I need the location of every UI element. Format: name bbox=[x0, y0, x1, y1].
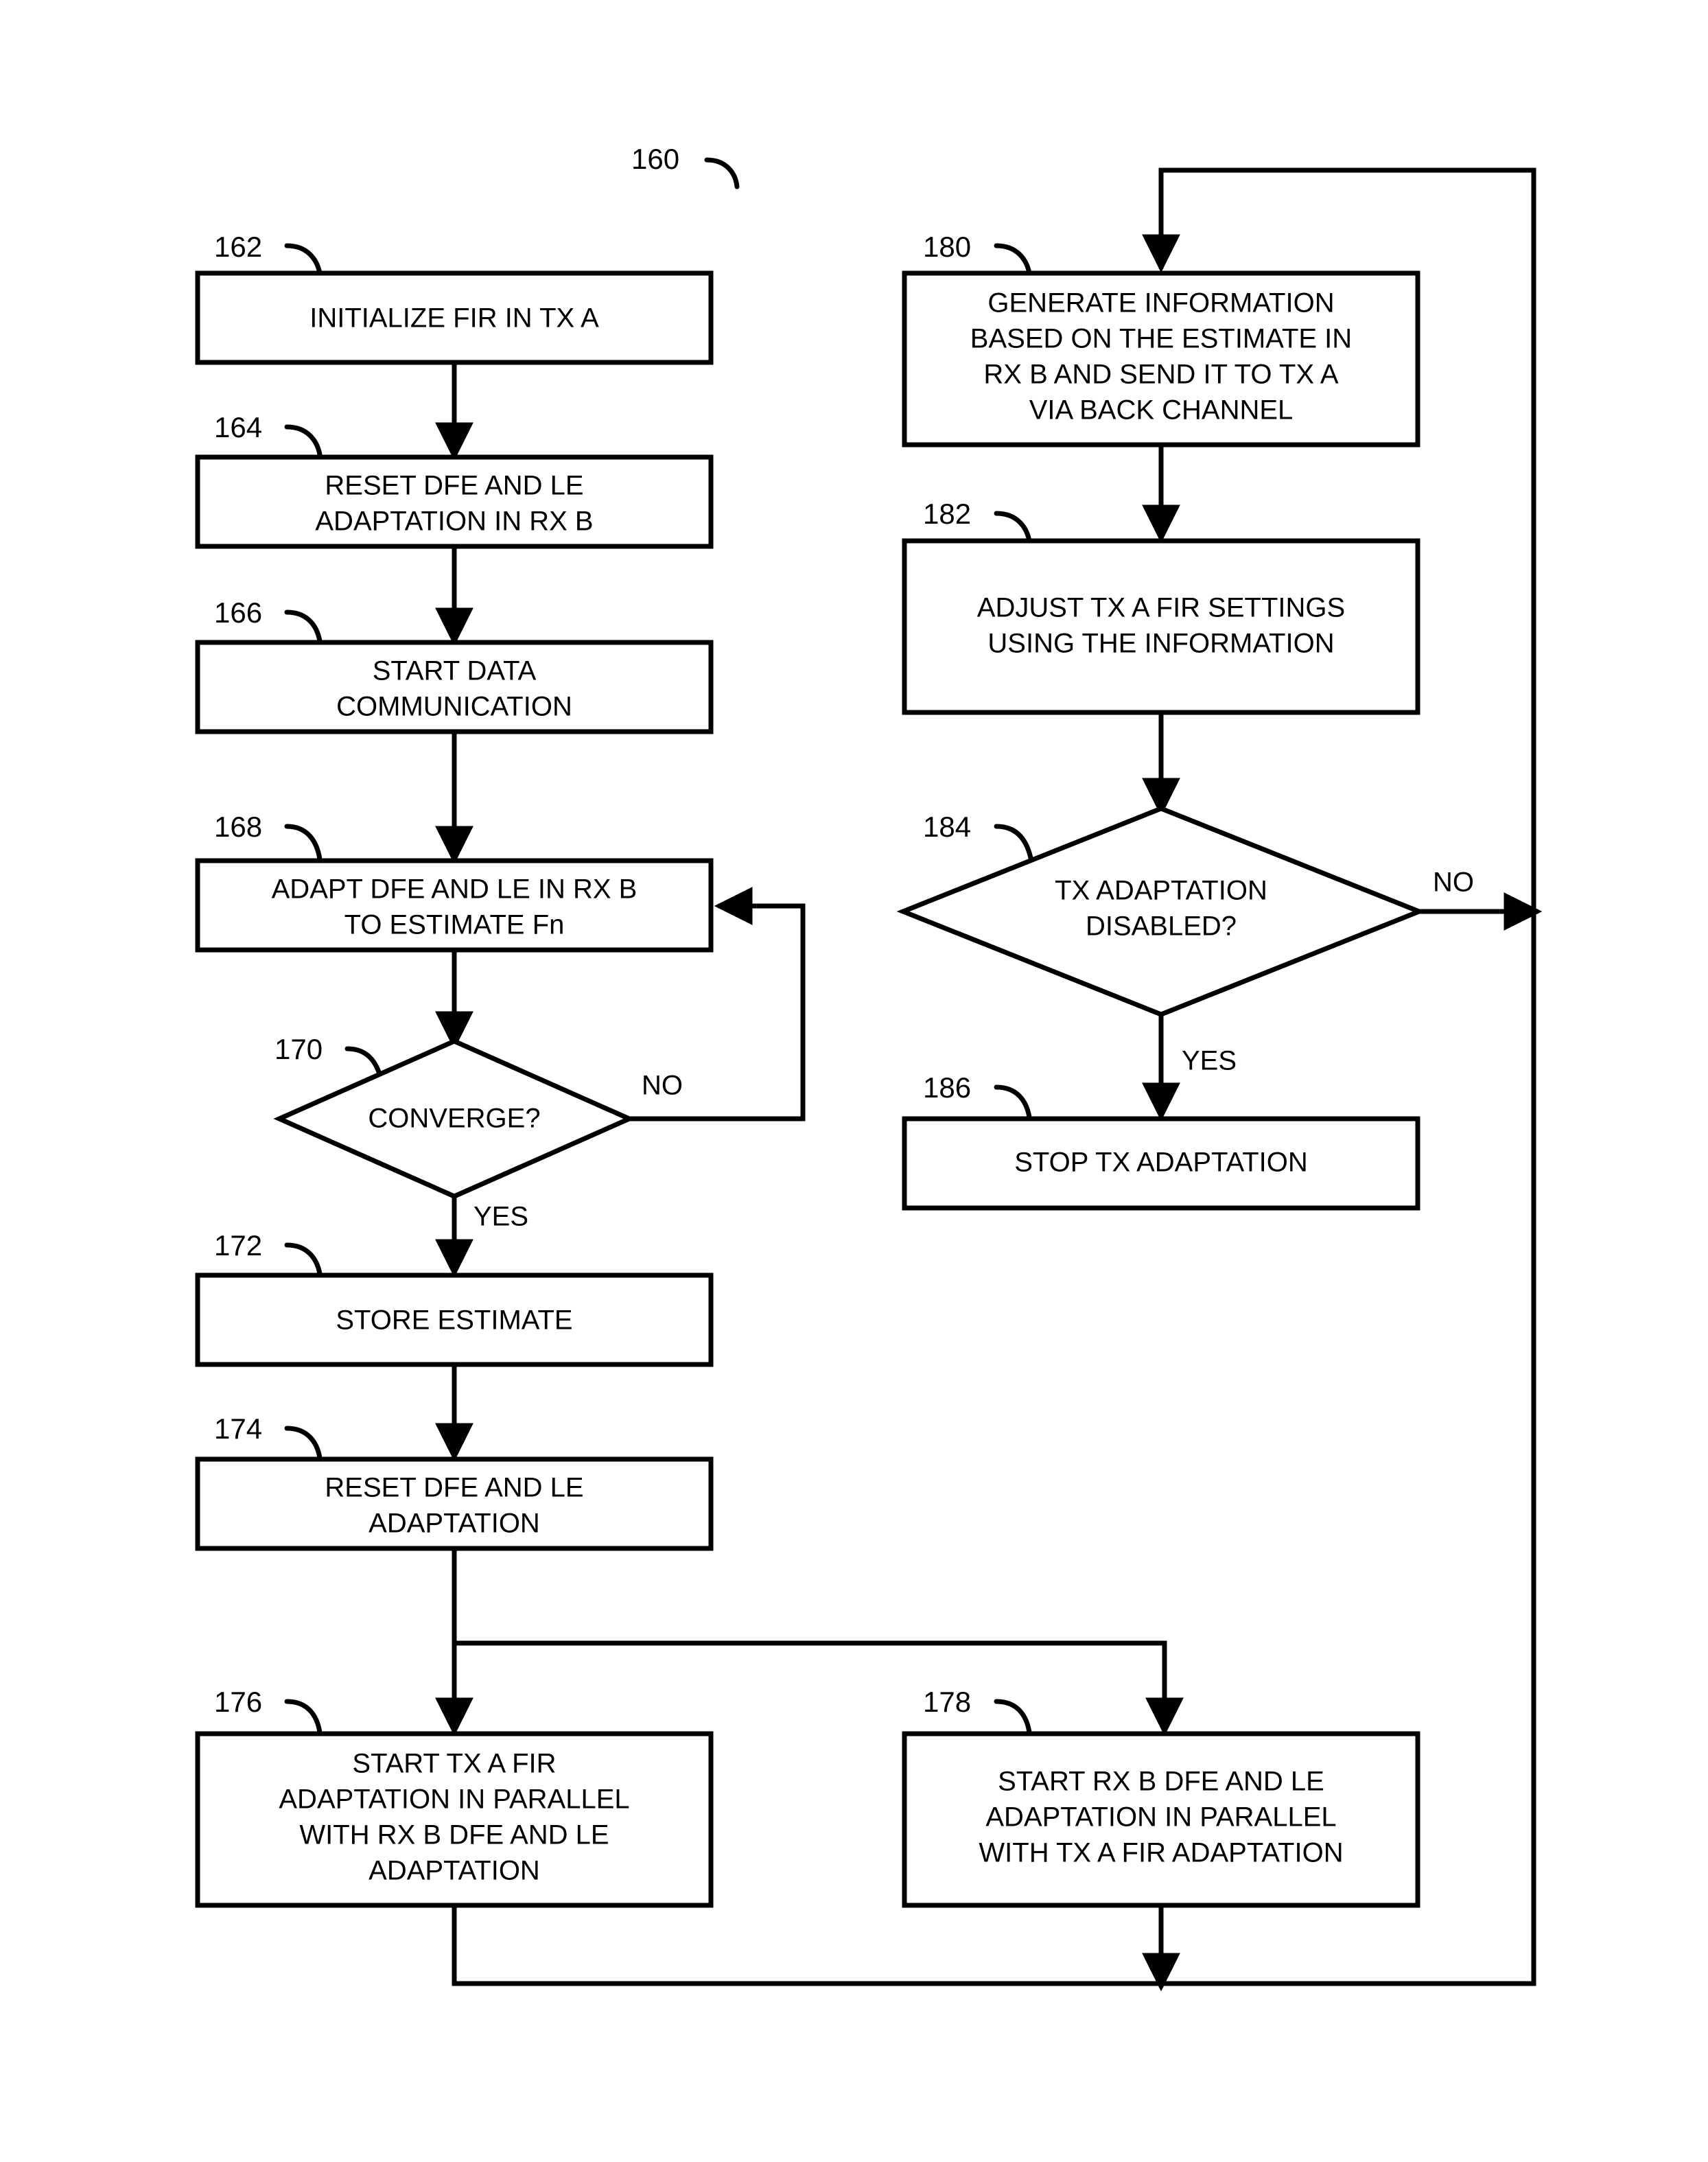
process-box-164-line-2: ADAPTATION IN RX B bbox=[315, 507, 593, 537]
ref-label-164: 164 bbox=[214, 411, 262, 443]
ref-label-168: 168 bbox=[214, 811, 262, 843]
process-box-180-line-4: VIA BACK CHANNEL bbox=[1029, 395, 1294, 426]
leader-166 bbox=[284, 609, 323, 644]
leader-176 bbox=[284, 1699, 323, 1735]
process-box-174-line-1: RESET DFE AND LE bbox=[325, 1473, 583, 1503]
process-box-178-line-3: WITH TX A FIR ADAPTATION bbox=[979, 1838, 1343, 1868]
process-box-182[interactable] bbox=[902, 538, 1420, 715]
ref-label-162: 162 bbox=[214, 231, 262, 263]
decision-diamond-184-line-2: DISABLED? bbox=[1086, 911, 1237, 942]
ref-label-186: 186 bbox=[923, 1071, 971, 1104]
ref-label-180: 180 bbox=[923, 231, 971, 263]
leader-164 bbox=[284, 424, 323, 457]
edge-label-converge-yes: YES bbox=[473, 1202, 528, 1232]
edge-label-tx-disabled-yes: YES bbox=[1182, 1046, 1237, 1076]
figure-sheet: 160 162 INITIALIZE FIR IN TX A 164 RESET… bbox=[0, 0, 1708, 2162]
leader-182 bbox=[994, 511, 1032, 544]
process-box-168-line-2: TO ESTIMATE Fn bbox=[344, 910, 565, 940]
process-box-164-line-1: RESET DFE AND LE bbox=[325, 471, 583, 501]
leader-162 bbox=[284, 243, 323, 276]
edge-label-tx-disabled-no: NO bbox=[1433, 868, 1474, 898]
process-box-180-line-3: RX B AND SEND IT TO TX A bbox=[983, 360, 1339, 390]
process-box-180-line-2: BASED ON THE ESTIMATE IN bbox=[970, 324, 1352, 354]
leader-174 bbox=[284, 1426, 323, 1461]
process-box-176-line-2: ADAPTATION IN PARALLEL bbox=[279, 1785, 629, 1815]
figure-label: 160 bbox=[631, 143, 679, 175]
ref-label-172: 172 bbox=[214, 1229, 262, 1262]
process-box-180-line-1: GENERATE INFORMATION bbox=[987, 288, 1334, 318]
leader-168 bbox=[284, 824, 323, 862]
ref-label-178: 178 bbox=[923, 1686, 971, 1718]
process-box-166-line-2: COMMUNICATION bbox=[336, 692, 572, 722]
edge-label-converge-no: NO bbox=[642, 1071, 683, 1101]
ref-label-174: 174 bbox=[214, 1413, 262, 1445]
process-box-182-line-1: ADJUST TX A FIR SETTINGS bbox=[977, 593, 1345, 623]
decision-diamond-170-line-1: CONVERGE? bbox=[368, 1104, 540, 1134]
ref-label-184: 184 bbox=[923, 811, 971, 843]
edge-176-to-bottom-rail bbox=[452, 1903, 1536, 1986]
process-box-186-line-1: STOP TX ADAPTATION bbox=[1014, 1148, 1308, 1178]
process-box-168-line-1: ADAPT DFE AND LE IN RX B bbox=[272, 874, 637, 905]
process-box-174-line-2: ADAPTATION bbox=[368, 1509, 540, 1539]
ref-label-182: 182 bbox=[923, 498, 971, 530]
process-box-176-line-1: START TX A FIR bbox=[352, 1749, 556, 1779]
leader-180 bbox=[994, 243, 1032, 276]
process-box-172-line-1: STORE ESTIMATE bbox=[336, 1305, 572, 1336]
figure-leader-line bbox=[704, 157, 740, 189]
decision-diamond-184-line-1: TX ADAPTATION bbox=[1055, 876, 1267, 906]
leader-178 bbox=[994, 1699, 1032, 1735]
process-box-178-line-1: START RX B DFE AND LE bbox=[998, 1767, 1324, 1797]
ref-label-166: 166 bbox=[214, 596, 262, 629]
flowchart-canvas: 160 162 INITIALIZE FIR IN TX A 164 RESET… bbox=[195, 143, 1543, 1992]
leader-184 bbox=[994, 824, 1033, 861]
process-box-178-line-2: ADAPTATION IN PARALLEL bbox=[985, 1802, 1336, 1833]
process-box-176-line-4: ADAPTATION bbox=[368, 1856, 540, 1886]
ref-label-170: 170 bbox=[274, 1033, 323, 1065]
leader-186 bbox=[994, 1084, 1032, 1120]
ref-label-176: 176 bbox=[214, 1686, 262, 1718]
process-box-182-line-2: USING THE INFORMATION bbox=[987, 629, 1334, 659]
process-box-176-line-3: WITH RX B DFE AND LE bbox=[299, 1820, 609, 1850]
process-box-162-line-1: INITIALIZE FIR IN TX A bbox=[309, 303, 599, 334]
process-box-166-line-1: START DATA bbox=[373, 656, 537, 686]
leader-172 bbox=[284, 1242, 323, 1277]
